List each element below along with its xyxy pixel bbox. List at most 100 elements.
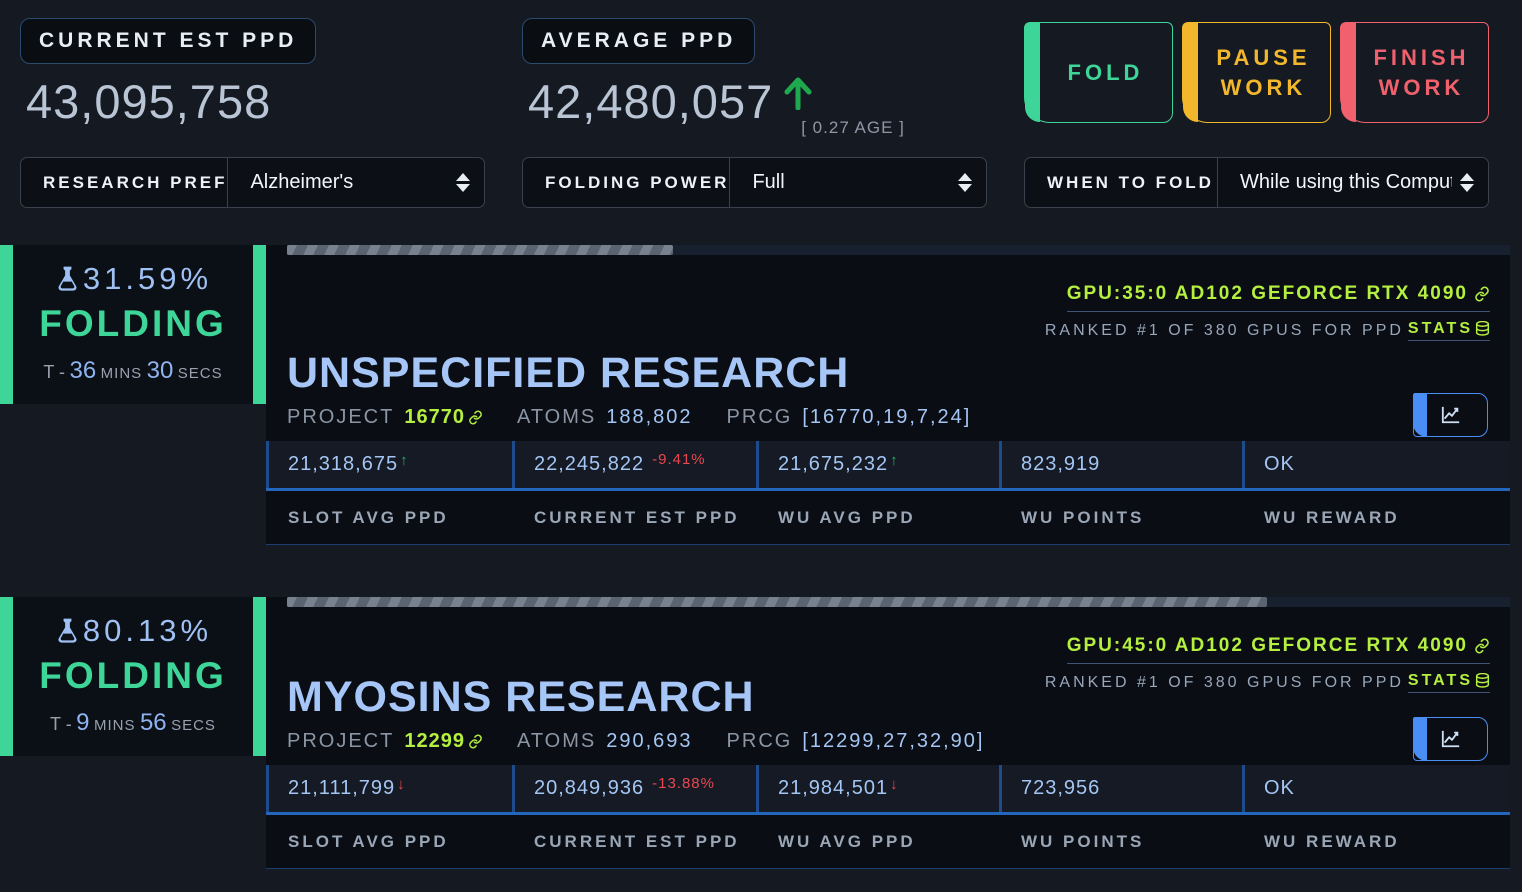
slot1-atoms-value: 188,802 — [606, 406, 692, 429]
research-pref-dropdown[interactable]: RESEARCH PREF Alzheimer's — [20, 157, 485, 208]
project-label: PROJECT — [287, 406, 394, 429]
eta-minutes-label: MINS — [101, 365, 143, 382]
slot1-gpu-name: GPU:35:0 AD102 GEFORCE RTX 4090 — [1067, 283, 1468, 305]
slot2-progress-fill — [287, 597, 1267, 607]
wu-reward-value: OK — [1264, 777, 1295, 800]
eta-minutes-label: MINS — [94, 717, 136, 734]
when-to-fold-selected: While using this Computer — [1240, 171, 1452, 194]
link-icon — [468, 410, 483, 425]
wu-points-header: WU POINTS — [999, 491, 1242, 544]
slot2-status-panel: 80.13% FOLDING T - 9 MINS 56 SECS — [0, 597, 266, 756]
folding-power-dropdown[interactable]: FOLDING POWER Full — [522, 157, 987, 208]
eta-seconds-label: SECS — [178, 365, 223, 382]
slot2-project-link[interactable]: 12299 — [404, 730, 483, 753]
slot1-stats-link[interactable]: STATS — [1408, 320, 1490, 341]
slot1-progress-percent: 31.59% — [83, 261, 212, 297]
database-icon — [1475, 321, 1490, 337]
wu-points-cell: 823,919 — [999, 441, 1242, 488]
wu-reward-cell: OK — [1242, 765, 1510, 812]
slot-avg-ppd-header: SLOT AVG PPD — [266, 815, 512, 868]
slot1-stats-labels-row: SLOT AVG PPD CURRENT EST PPD WU AVG PPD … — [266, 491, 1510, 545]
project-label: PROJECT — [287, 730, 394, 753]
ppd-delta-percent: -9.41% — [652, 451, 706, 468]
finish-work-button[interactable]: FINISH WORK — [1340, 22, 1489, 123]
slot2-gpu-info: GPU:45:0 AD102 GEFORCE RTX 4090 RANKED #… — [1045, 635, 1490, 693]
folding-power-value[interactable]: Full — [730, 158, 986, 207]
slot1-side-rail: 31.59% FOLDING T - 36 MINS 30 SECS — [0, 245, 266, 545]
wu-points-header: WU POINTS — [999, 815, 1242, 868]
research-pref-value[interactable]: Alzheimer's — [228, 158, 484, 207]
slot2-progress-percent: 80.13% — [83, 613, 212, 649]
slot2-stats-labels-row: SLOT AVG PPD CURRENT EST PPD WU AVG PPD … — [266, 815, 1510, 869]
wu-points-cell: 723,956 — [999, 765, 1242, 812]
line-chart-icon — [1440, 729, 1462, 749]
folding-power-selected: Full — [752, 171, 950, 194]
fold-button-accent-bar — [1025, 23, 1040, 122]
chart-button-accent-bar — [1413, 717, 1427, 761]
eta-minutes: 9 — [76, 709, 89, 736]
average-ppd-label: AVERAGE PPD — [522, 18, 755, 64]
when-to-fold-value[interactable]: While using this Computer — [1218, 158, 1488, 207]
current-est-ppd-cell-value: 22,245,822 — [534, 453, 644, 476]
wu-avg-ppd-value: 21,984,501 — [778, 777, 888, 800]
when-to-fold-dropdown[interactable]: WHEN TO FOLD While using this Computer — [1024, 157, 1489, 208]
pause-work-button[interactable]: PAUSE WORK — [1182, 22, 1331, 123]
flask-icon — [54, 264, 81, 294]
slot2-gpu-link[interactable]: GPU:45:0 AD102 GEFORCE RTX 4090 — [1067, 635, 1490, 664]
slot1-status-panel: 31.59% FOLDING T - 36 MINS 30 SECS — [0, 245, 266, 404]
slot1-stats-values-row: 21,318,675 ↑ 22,245,822 -9.41% 21,675,23… — [266, 441, 1510, 491]
eta-prefix: T - — [50, 714, 72, 734]
average-ppd-column: AVERAGE PPD 42,480,057 [ 0.27 AGE ] FOLD… — [522, 18, 987, 238]
link-icon — [1474, 286, 1490, 302]
eta-seconds: 56 — [140, 709, 167, 736]
slot2-stats-link[interactable]: STATS — [1408, 672, 1490, 693]
wu-reward-header: WU REWARD — [1242, 815, 1510, 868]
slot1-gpu-link[interactable]: GPU:35:0 AD102 GEFORCE RTX 4090 — [1067, 283, 1490, 312]
slot-avg-ppd-cell: 21,111,799 ↓ — [266, 765, 512, 812]
slot1-status: FOLDING — [17, 303, 249, 345]
slot1-ranked-text: RANKED #1 OF 380 GPUS FOR PPD — [1045, 322, 1404, 340]
current-est-ppd-cell: 20,849,936 -13.88% — [512, 765, 756, 812]
slot2-chart-button[interactable] — [1413, 717, 1488, 761]
slot1-project-link[interactable]: 16770 — [404, 406, 483, 429]
wu-reward-cell: OK — [1242, 441, 1510, 488]
eta-prefix: T - — [43, 362, 65, 382]
slot2-title: MYOSINS RESEARCH — [287, 673, 984, 722]
eta-minutes: 36 — [70, 357, 97, 384]
wu-avg-ppd-header: WU AVG PPD — [756, 491, 999, 544]
trend-down-icon: ↓ — [397, 776, 406, 793]
atoms-label: ATOMS — [517, 730, 596, 753]
slot2-atoms-value: 290,693 — [606, 730, 692, 753]
actions-column: FOLD PAUSE WORK FINISH WORK WHEN TO FOLD… — [1024, 18, 1489, 238]
current-est-ppd-header: CURRENT EST PPD — [512, 815, 756, 868]
slot1-progress-fill — [287, 245, 673, 255]
slot1-main: GPU:35:0 AD102 GEFORCE RTX 4090 RANKED #… — [266, 245, 1510, 545]
when-to-fold-label: WHEN TO FOLD — [1025, 158, 1218, 207]
database-icon — [1475, 673, 1490, 689]
line-chart-icon — [1440, 405, 1462, 425]
chart-button-accent-bar — [1413, 393, 1427, 437]
eta-seconds-label: SECS — [171, 717, 216, 734]
average-ppd-row: 42,480,057 [ 0.27 AGE ] — [528, 74, 987, 146]
slot-avg-ppd-cell: 21,318,675 ↑ — [266, 441, 512, 488]
current-est-ppd-row: 43,095,758 — [26, 74, 485, 146]
wu-points-value: 823,919 — [1021, 453, 1100, 476]
ppd-delta-percent: -13.88% — [652, 775, 715, 792]
slot2-project-number: 12299 — [404, 730, 465, 753]
average-ppd-value: 42,480,057 — [528, 74, 773, 129]
trend-up-icon: ↑ — [890, 452, 899, 469]
research-pref-selected: Alzheimer's — [250, 171, 448, 194]
slot2-gpu-name: GPU:45:0 AD102 GEFORCE RTX 4090 — [1067, 635, 1468, 657]
prcg-label: PRCG — [727, 406, 793, 429]
wu-avg-ppd-header: WU AVG PPD — [756, 815, 999, 868]
trend-up-arrow-icon — [783, 76, 813, 110]
prcg-label: PRCG — [727, 730, 793, 753]
fold-button[interactable]: FOLD — [1024, 22, 1173, 123]
wu-reward-header: WU REWARD — [1242, 491, 1510, 544]
slot2-eta: T - 9 MINS 56 SECS — [17, 707, 249, 738]
current-est-ppd-cell-value: 20,849,936 — [534, 777, 644, 800]
slot2-stats-label: STATS — [1408, 672, 1473, 690]
slot1-chart-button[interactable] — [1413, 393, 1488, 437]
wu-avg-ppd-value: 21,675,232 — [778, 453, 888, 476]
folding-power-label: FOLDING POWER — [523, 158, 730, 207]
